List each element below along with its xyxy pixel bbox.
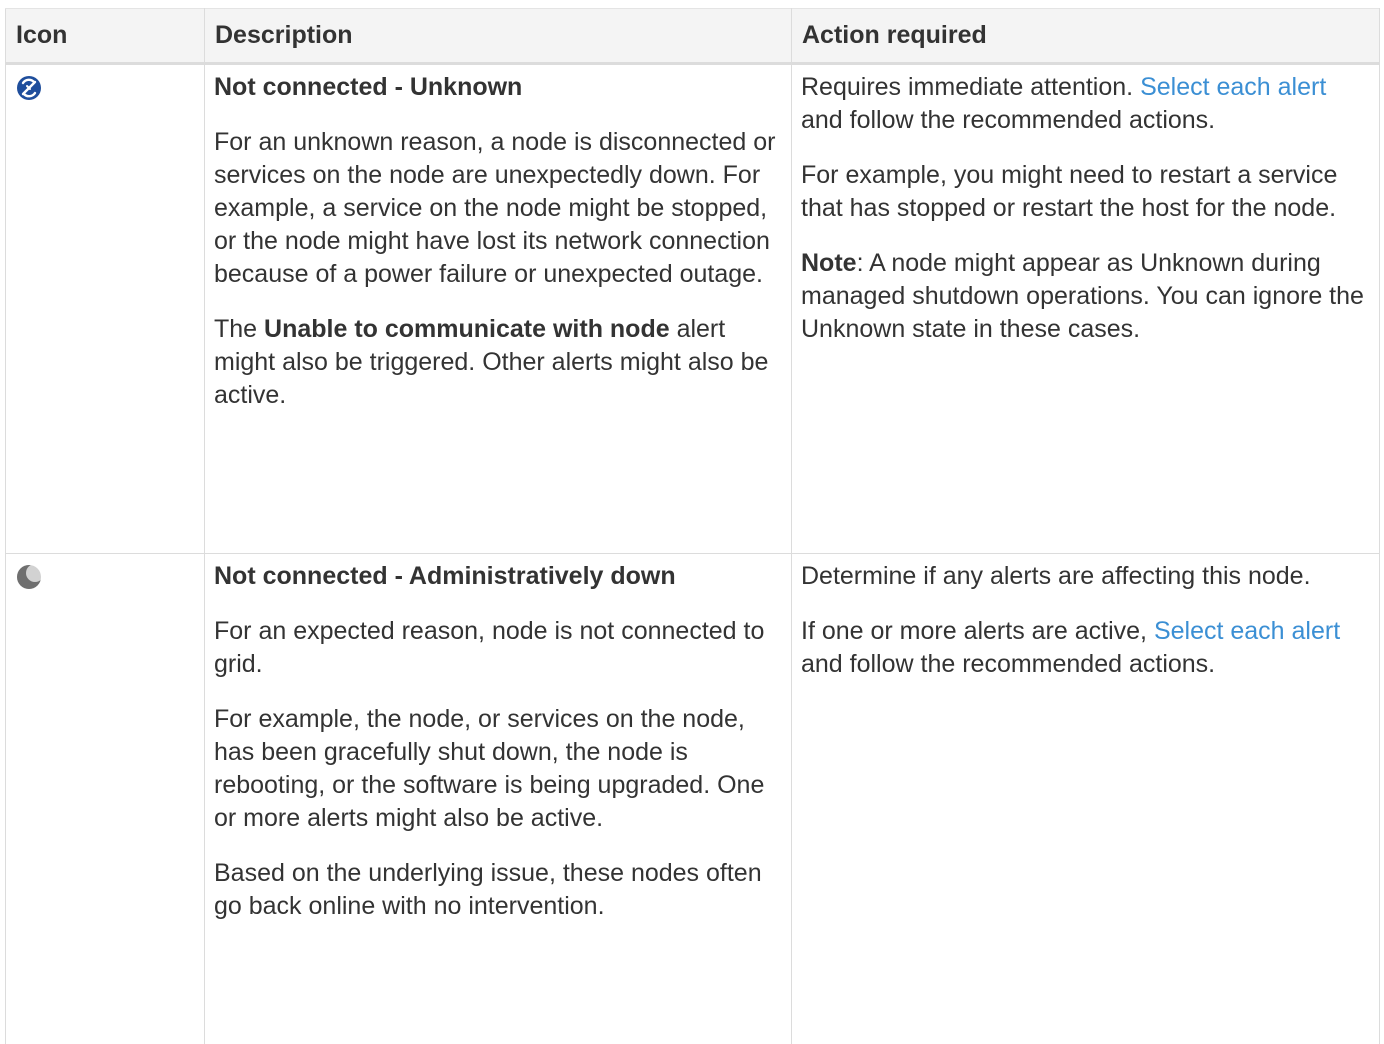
action-cell: Determine if any alerts are affecting th…	[792, 554, 1380, 1044]
text-fragment: and follow the recommended actions.	[801, 650, 1215, 678]
table-row: Not connected - Administratively down Fo…	[6, 554, 1380, 1044]
text-fragment: Requires immediate attention.	[801, 73, 1140, 101]
description-text: For example, the node, or services on th…	[214, 703, 782, 835]
select-each-alert-link[interactable]: Select each alert	[1140, 73, 1326, 101]
icon-cell	[6, 554, 205, 1044]
note-label: Note	[801, 249, 857, 277]
header-description: Description	[205, 9, 792, 64]
note-text: Note: A node might appear as Unknown dur…	[801, 247, 1370, 346]
header-action-required: Action required	[792, 9, 1380, 64]
description-text: For an unknown reason, a node is disconn…	[214, 126, 782, 291]
action-text: If one or more alerts are active, Select…	[801, 615, 1370, 681]
description-cell: Not connected - Administratively down Fo…	[205, 554, 792, 1044]
description-text: Based on the underlying issue, these nod…	[214, 857, 782, 923]
description-text: The Unable to communicate with node aler…	[214, 313, 782, 412]
node-status-table: Icon Description Action required Not c	[5, 8, 1380, 1044]
status-table-container: Icon Description Action required Not c	[0, 0, 1384, 1038]
header-icon: Icon	[6, 9, 205, 64]
status-title: Not connected - Unknown	[214, 71, 782, 104]
action-text: Requires immediate attention. Select eac…	[801, 71, 1370, 137]
text-fragment: If one or more alerts are active,	[801, 617, 1154, 645]
text-fragment: : A node might appear as Unknown during …	[801, 249, 1364, 343]
table-header-row: Icon Description Action required	[6, 9, 1380, 64]
text-fragment: and follow the recommended actions.	[801, 106, 1215, 134]
icon-cell	[6, 64, 205, 554]
status-title: Not connected - Administratively down	[214, 560, 782, 593]
action-cell: Requires immediate attention. Select eac…	[792, 64, 1380, 554]
unknown-disconnected-icon	[16, 75, 195, 101]
description-text: For an expected reason, node is not conn…	[214, 615, 782, 681]
action-text: Determine if any alerts are affecting th…	[801, 560, 1370, 593]
admin-down-moon-icon	[16, 564, 195, 590]
description-cell: Not connected - Unknown For an unknown r…	[205, 64, 792, 554]
alert-name: Unable to communicate with node	[264, 315, 670, 343]
table-row: Not connected - Unknown For an unknown r…	[6, 64, 1380, 554]
text-fragment: The	[214, 315, 264, 343]
action-text: For example, you might need to restart a…	[801, 159, 1370, 225]
select-each-alert-link[interactable]: Select each alert	[1154, 617, 1340, 645]
